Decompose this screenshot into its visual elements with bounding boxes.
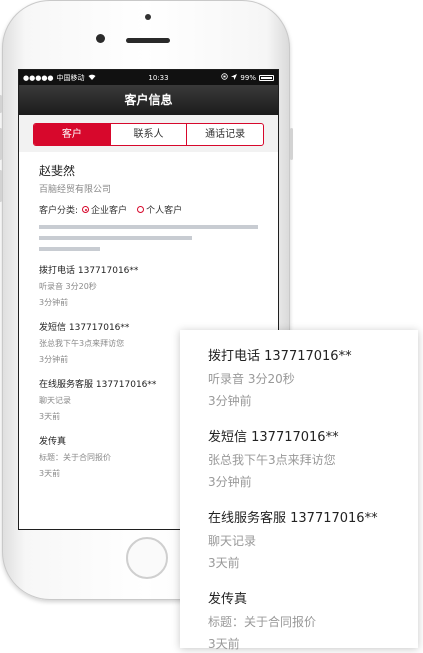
mute-switch xyxy=(0,95,2,113)
earpiece-speaker xyxy=(126,38,170,43)
radio-unchecked-icon xyxy=(137,206,145,213)
customer-name: 赵斐然 xyxy=(39,164,76,178)
customer-category: 客户分类: 企业客户 个人客户 xyxy=(39,203,258,216)
callout-activity-title: 在线服务客服 137717016** xyxy=(208,511,378,526)
callout-activity-item[interactable]: 拨打电话 137717016** 听录音 3分20秒 3分钟前 xyxy=(208,348,418,410)
activity-title: 拨打电话 137717016** xyxy=(39,266,139,276)
option-individual[interactable]: 个人客户 xyxy=(137,203,182,216)
callout-activity-title: 拨打电话 137717016** xyxy=(208,349,352,364)
tab-customer[interactable]: 客户 xyxy=(34,124,110,145)
activity-time: 3分钟前 xyxy=(39,298,69,307)
sensor-dot xyxy=(145,14,151,20)
activity-subtitle: 听录音 3分20秒 xyxy=(39,282,97,291)
tab-call-log[interactable]: 通话记录 xyxy=(186,124,263,145)
front-camera xyxy=(96,34,105,43)
placeholder-line xyxy=(39,247,101,251)
callout-activity-subtitle: 标题：关于合同报价 xyxy=(208,615,317,629)
callout-activity-time: 3分钟前 xyxy=(208,394,252,408)
lock-rotation-icon xyxy=(221,73,229,82)
carrier-label: 中国移动 xyxy=(56,73,85,82)
callout-activity-item[interactable]: 发短信 137717016** 张总我下午3点来拜访您 3分钟前 xyxy=(208,429,418,491)
segmented-control-container: 客户 联系人 通话记录 xyxy=(19,115,278,152)
status-bar: ●●●●● 中国移动 10:33 99% xyxy=(19,70,278,85)
battery-percent: 99% xyxy=(240,73,256,82)
option-individual-label: 个人客户 xyxy=(146,206,183,216)
callout-activity-time: 3分钟前 xyxy=(208,475,252,489)
signal-indicator: ●●●●● xyxy=(23,73,54,82)
callout-activity-subtitle: 听录音 3分20秒 xyxy=(208,372,295,386)
callout-activity-time: 3天前 xyxy=(208,556,240,570)
wifi-icon xyxy=(88,74,96,82)
callout-activity-item[interactable]: 发传真 标题：关于合同报价 3天前 xyxy=(208,591,418,653)
callout-activity-item[interactable]: 在线服务客服 137717016** 聊天记录 3天前 xyxy=(208,510,418,572)
volume-up-button xyxy=(0,128,2,160)
tab-contacts[interactable]: 联系人 xyxy=(109,124,187,145)
callout-activity-title: 发短信 137717016** xyxy=(208,430,339,445)
option-enterprise-label: 企业客户 xyxy=(91,206,128,216)
placeholder-lines xyxy=(39,225,258,251)
home-button[interactable] xyxy=(126,537,168,579)
placeholder-line xyxy=(39,225,258,229)
power-button xyxy=(290,128,293,160)
nav-title: 客户信息 xyxy=(19,85,278,115)
status-time: 10:33 xyxy=(148,73,169,82)
callout-activity-time: 3天前 xyxy=(208,637,240,651)
placeholder-line xyxy=(39,236,193,240)
volume-down-button xyxy=(0,170,2,202)
segmented-control: 客户 联系人 通话记录 xyxy=(33,123,264,146)
location-icon xyxy=(231,73,238,82)
option-enterprise[interactable]: 企业客户 xyxy=(82,203,127,216)
activity-item[interactable]: 拨打电话 137717016** 听录音 3分20秒 3分钟前 xyxy=(39,263,258,308)
callout-activity-subtitle: 聊天记录 xyxy=(208,534,257,548)
callout-activity-title: 发传真 xyxy=(208,592,248,607)
callout-activity-subtitle: 张总我下午3点来拜访您 xyxy=(208,453,336,467)
zoom-callout-card: 拨打电话 137717016** 听录音 3分20秒 3分钟前 发短信 1377… xyxy=(180,330,418,651)
radio-checked-icon xyxy=(82,206,90,213)
company-name: 百脑经贸有限公司 xyxy=(39,185,112,195)
category-label: 客户分类: xyxy=(39,206,79,216)
battery-icon xyxy=(258,74,274,81)
